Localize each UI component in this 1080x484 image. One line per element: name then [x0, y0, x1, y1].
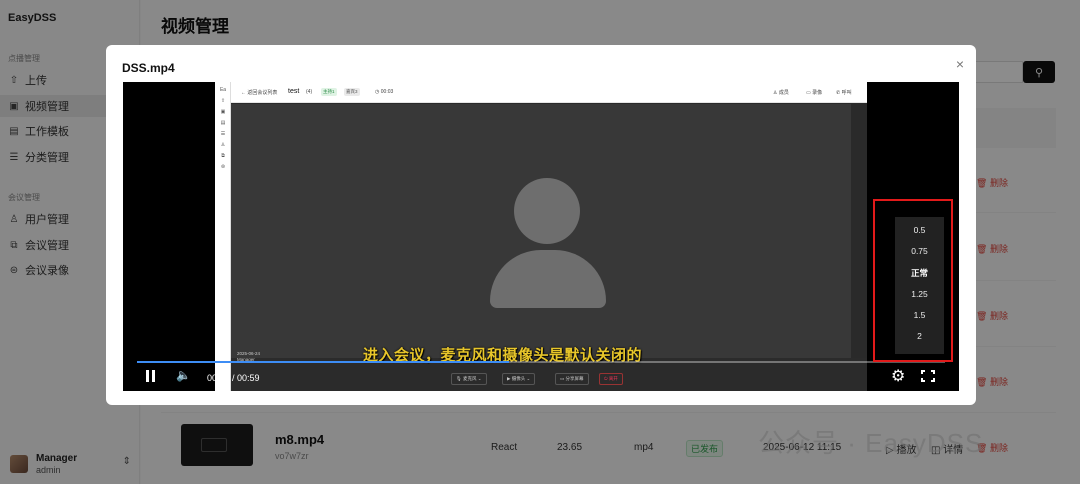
progress-bar[interactable] — [137, 361, 945, 363]
frame-back: ← 返回会议列表 — [241, 90, 278, 96]
frame-timer: ◷ 00:03 — [375, 89, 394, 95]
frame-video-area — [231, 104, 851, 358]
frame-icon: ▤ — [220, 120, 226, 126]
video-preview-modal: DSS.mp4 × Ea ⇧ ▣ ▤ ☰ ♙ ⧉ ⊜ ← 返回会议列表 test… — [106, 45, 976, 405]
avatar-placeholder-body — [490, 250, 606, 308]
frame-icon: ▣ — [220, 109, 226, 115]
modal-title: DSS.mp4 — [122, 61, 175, 75]
frame-icon: ⊜ — [220, 164, 226, 170]
frame-meeting-name: test — [288, 88, 300, 95]
gear-icon[interactable]: ⚙ — [891, 366, 905, 386]
frame-icon: ⧉ — [221, 153, 225, 159]
frame-icon: Ea — [219, 87, 227, 93]
frame-icon: ♙ — [220, 142, 226, 148]
frame-icon: ☰ — [220, 131, 226, 137]
fullscreen-icon[interactable] — [921, 370, 935, 382]
watermark: 公众号 · EasyDSS — [758, 428, 984, 458]
frame-camera-label: 摄像头 — [511, 376, 526, 381]
frame-share-label: 分享屏幕 — [565, 376, 584, 381]
frame-call: ✆ 呼叫 — [836, 90, 852, 96]
frame-mic: 🎙 麦克风 ⌄ — [451, 373, 487, 385]
frame-members-label: 成员 — [778, 90, 789, 96]
frame-sidebar: Ea ⇧ ▣ ▤ ☰ ♙ ⧉ ⊜ — [215, 82, 231, 391]
frame-date: 2025-06-24 — [237, 351, 261, 356]
frame-toolbar: ← 返回会议列表 test (4) 主持1 嘉宾3 ◷ 00:03 ♙ 成员 ▭… — [231, 82, 867, 103]
frame-icon: ⇧ — [220, 98, 226, 104]
frame-call-label: 呼叫 — [841, 90, 852, 96]
frame-share: ▭ 分享屏幕 — [555, 373, 589, 385]
avatar-placeholder-head — [514, 178, 580, 244]
highlight-box — [873, 199, 953, 362]
close-icon[interactable]: × — [956, 56, 964, 72]
frame-camera: ▶ 摄像头 ⌄ — [502, 373, 536, 385]
frame-mic-label: 麦克风 — [462, 376, 477, 381]
frame-record: ▭ 录像 — [806, 90, 823, 96]
frame-record-label: 录像 — [812, 90, 823, 96]
frame-leave-label: 离开 — [608, 376, 618, 381]
volume-icon[interactable]: 🔈 — [176, 368, 191, 382]
frame-meeting-count: (4) — [306, 89, 313, 95]
frame-tag: 主持1 — [321, 88, 337, 96]
frame-members: ♙ 成员 — [773, 90, 789, 96]
frame-tag: 嘉宾3 — [344, 88, 360, 96]
progress-fill — [137, 361, 509, 363]
frame-leave: ⏻ 离开 — [599, 373, 623, 385]
video-player[interactable]: Ea ⇧ ▣ ▤ ☰ ♙ ⧉ ⊜ ← 返回会议列表 test (4) 主持1 嘉… — [123, 82, 959, 391]
time-display: 00:27 / 00:59 — [207, 373, 260, 383]
pause-button[interactable] — [145, 370, 157, 382]
